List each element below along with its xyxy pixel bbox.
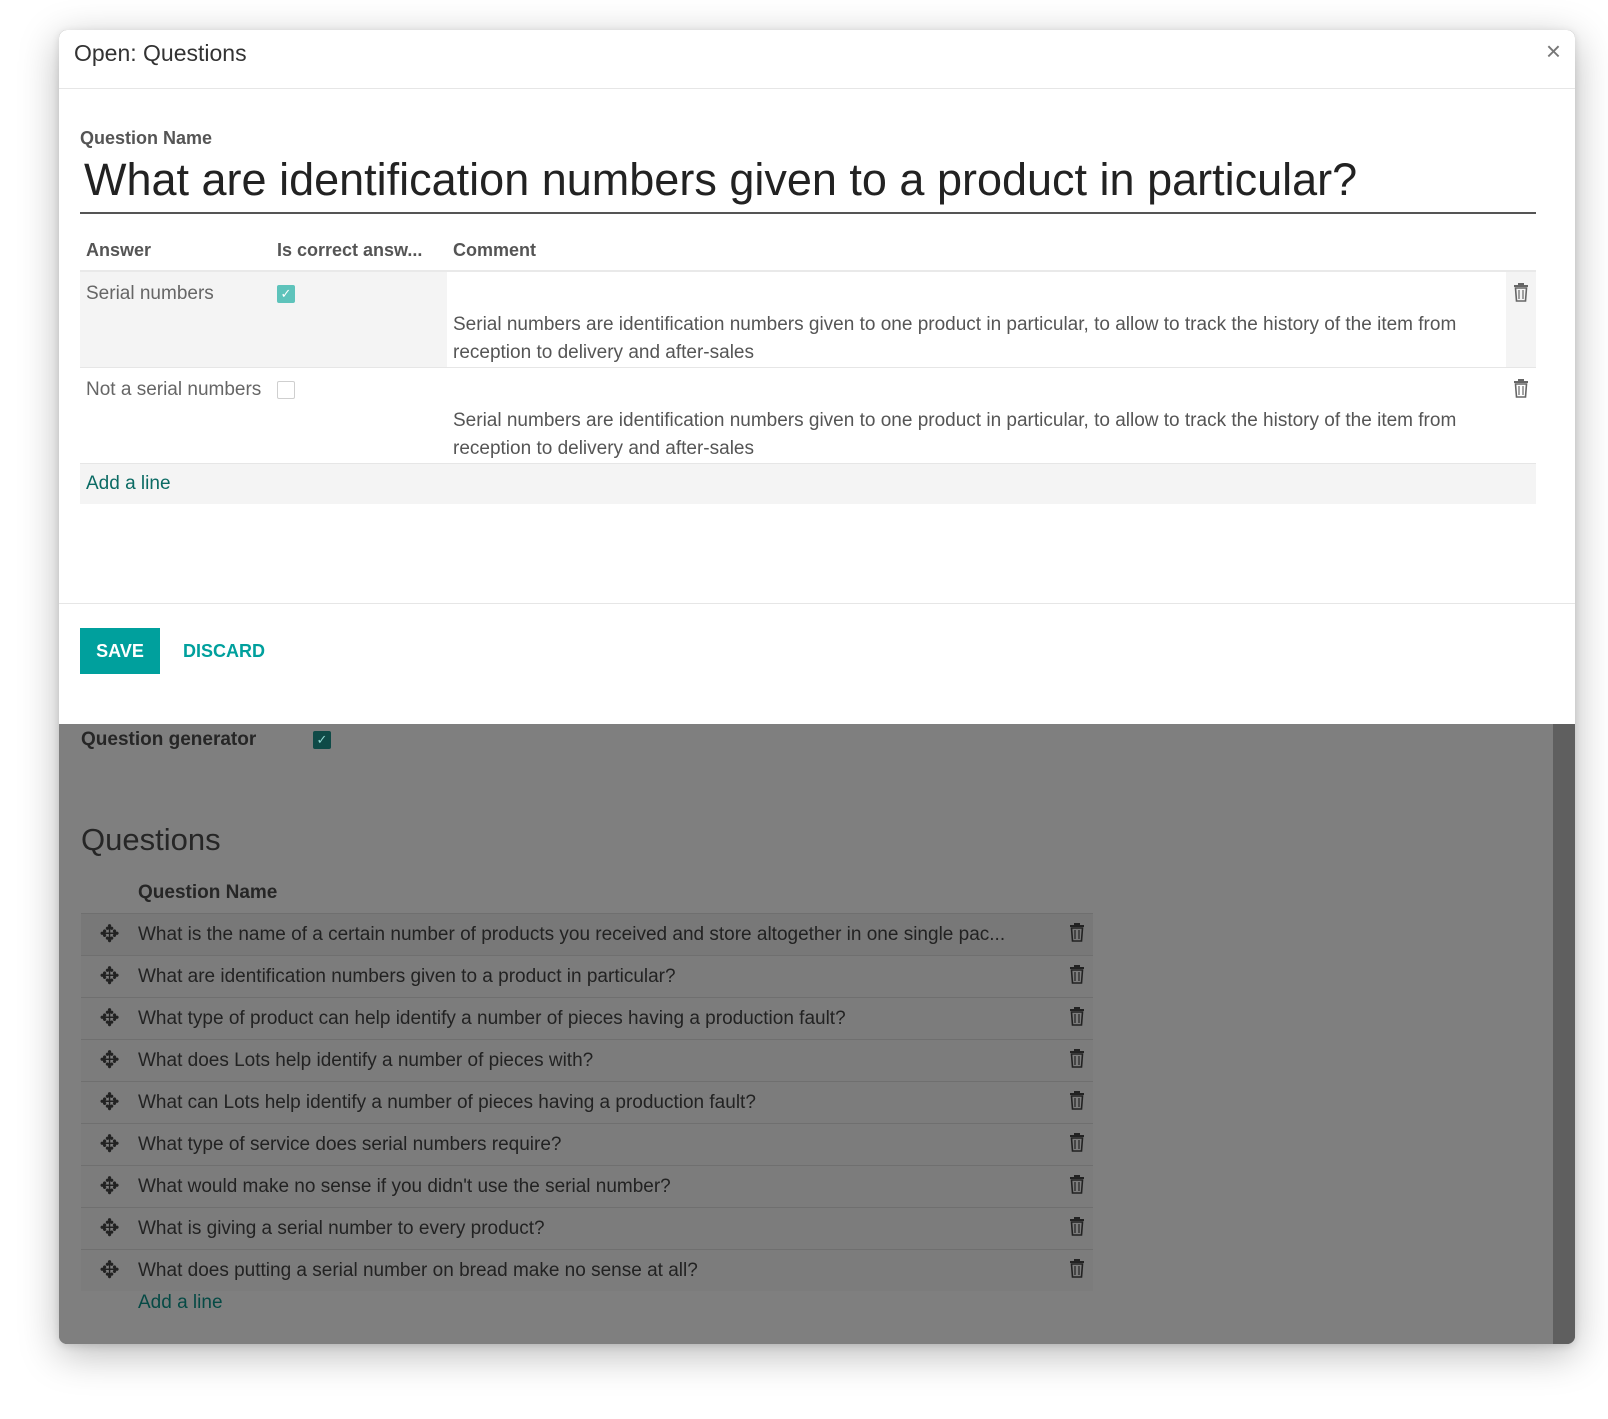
drag-handle-icon[interactable]: ✥ bbox=[81, 1088, 138, 1117]
dialog-header: Open: Questions × bbox=[59, 30, 1575, 89]
trash-icon[interactable] bbox=[1069, 1090, 1085, 1115]
drag-handle-icon[interactable]: ✥ bbox=[81, 1004, 138, 1033]
question-row[interactable]: ✥ What does putting a serial number on br… bbox=[81, 1249, 1093, 1291]
comment-cell[interactable]: Serial numbers are identification number… bbox=[447, 368, 1506, 463]
comment-column-header[interactable]: Comment bbox=[447, 240, 1506, 261]
comment-cell[interactable]: Serial numbers are identification number… bbox=[447, 272, 1506, 367]
question-name-cell[interactable]: What are identification numbers given to… bbox=[138, 966, 1061, 988]
answer-cell[interactable]: Serial numbers bbox=[80, 272, 271, 305]
question-generator-checkbox[interactable]: ✓ bbox=[313, 731, 331, 749]
question-name-cell[interactable]: What does putting a serial number on bre… bbox=[138, 1260, 1061, 1282]
question-name-cell[interactable]: What type of product can help identify a… bbox=[138, 1008, 1061, 1030]
questions-add-line-link[interactable]: Add a line bbox=[138, 1292, 223, 1314]
answer-column-header[interactable]: Answer bbox=[80, 240, 271, 261]
background-scrollbar[interactable] bbox=[1553, 724, 1575, 1344]
trash-icon[interactable] bbox=[1069, 1258, 1085, 1283]
answers-table-header: Answer Is correct answ... Comment bbox=[80, 230, 1536, 272]
question-generator-label: Question generator bbox=[81, 729, 257, 750]
drag-handle-icon[interactable]: ✥ bbox=[81, 920, 138, 949]
question-name-cell[interactable]: What type of service does serial numbers… bbox=[138, 1134, 1061, 1156]
drag-handle-icon[interactable]: ✥ bbox=[81, 1256, 138, 1285]
trash-icon[interactable] bbox=[1069, 1216, 1085, 1241]
answer-cell[interactable]: Not a serial numbers bbox=[80, 368, 271, 401]
edit-question-dialog: Open: Questions × Question Name Answer I… bbox=[59, 30, 1575, 724]
drag-handle-icon[interactable]: ✥ bbox=[81, 1214, 138, 1243]
trash-icon[interactable] bbox=[1069, 1048, 1085, 1073]
dialog-footer: SAVE DISCARD bbox=[59, 603, 1575, 725]
app-window: Question generator ✓ Questions Question … bbox=[59, 30, 1575, 1344]
trash-icon[interactable] bbox=[1513, 283, 1529, 307]
question-row[interactable]: ✥ What does Lots help identify a number o… bbox=[81, 1039, 1093, 1081]
questions-list: ✥ What is the name of a certain number of… bbox=[81, 913, 1093, 1291]
question-row[interactable]: ✥ What can Lots help identify a number of… bbox=[81, 1081, 1093, 1123]
is-correct-checkbox[interactable]: ✓ bbox=[277, 284, 295, 303]
answers-add-line-link[interactable]: Add a line bbox=[80, 464, 1536, 504]
is-correct-checkbox[interactable] bbox=[277, 380, 295, 399]
answers-table: Answer Is correct answ... Comment Serial… bbox=[80, 230, 1536, 504]
answer-row[interactable]: Not a serial numbers Serial numbers are … bbox=[80, 368, 1536, 464]
trash-icon[interactable] bbox=[1069, 922, 1085, 947]
question-row[interactable]: ✥ What is giving a serial number to every… bbox=[81, 1207, 1093, 1249]
question-row[interactable]: ✥ What type of product can help identify … bbox=[81, 997, 1093, 1039]
question-name-cell[interactable]: What would make no sense if you didn't u… bbox=[138, 1176, 1061, 1198]
question-name-cell[interactable]: What does Lots help identify a number of… bbox=[138, 1050, 1061, 1072]
question-name-input[interactable] bbox=[80, 148, 1536, 214]
trash-icon[interactable] bbox=[1069, 1132, 1085, 1157]
is-correct-column-header[interactable]: Is correct answ... bbox=[271, 240, 447, 261]
trash-icon[interactable] bbox=[1069, 1006, 1085, 1031]
question-name-label: Question Name bbox=[80, 128, 213, 148]
trash-icon[interactable] bbox=[1069, 964, 1085, 989]
close-icon[interactable]: × bbox=[1546, 36, 1561, 66]
answer-row[interactable]: Serial numbers ✓ Serial numbers are iden… bbox=[80, 272, 1536, 368]
drag-handle-icon[interactable]: ✥ bbox=[81, 962, 138, 991]
save-button[interactable]: SAVE bbox=[80, 628, 160, 674]
checkmark-icon: ✓ bbox=[316, 732, 328, 747]
dialog-title: Open: Questions bbox=[74, 40, 247, 66]
question-name-cell[interactable]: What is the name of a certain number of … bbox=[138, 924, 1061, 946]
drag-handle-icon[interactable]: ✥ bbox=[81, 1130, 138, 1159]
discard-button[interactable]: DISCARD bbox=[177, 628, 271, 674]
trash-icon[interactable] bbox=[1513, 379, 1529, 403]
question-row[interactable]: ✥ What would make no sense if you didn't … bbox=[81, 1165, 1093, 1207]
question-name-cell[interactable]: What is giving a serial number to every … bbox=[138, 1218, 1061, 1240]
question-name-cell[interactable]: What can Lots help identify a number of … bbox=[138, 1092, 1061, 1114]
questions-column-header[interactable]: Question Name bbox=[138, 882, 277, 904]
checkmark-icon: ✓ bbox=[280, 285, 292, 301]
question-row[interactable]: ✥ What type of service does serial number… bbox=[81, 1123, 1093, 1165]
question-row[interactable]: ✥ What are identification numbers given t… bbox=[81, 955, 1093, 997]
question-row[interactable]: ✥ What is the name of a certain number of… bbox=[81, 913, 1093, 955]
questions-section-title: Questions bbox=[81, 822, 221, 857]
trash-icon[interactable] bbox=[1069, 1174, 1085, 1199]
drag-handle-icon[interactable]: ✥ bbox=[81, 1046, 138, 1075]
drag-handle-icon[interactable]: ✥ bbox=[81, 1172, 138, 1201]
